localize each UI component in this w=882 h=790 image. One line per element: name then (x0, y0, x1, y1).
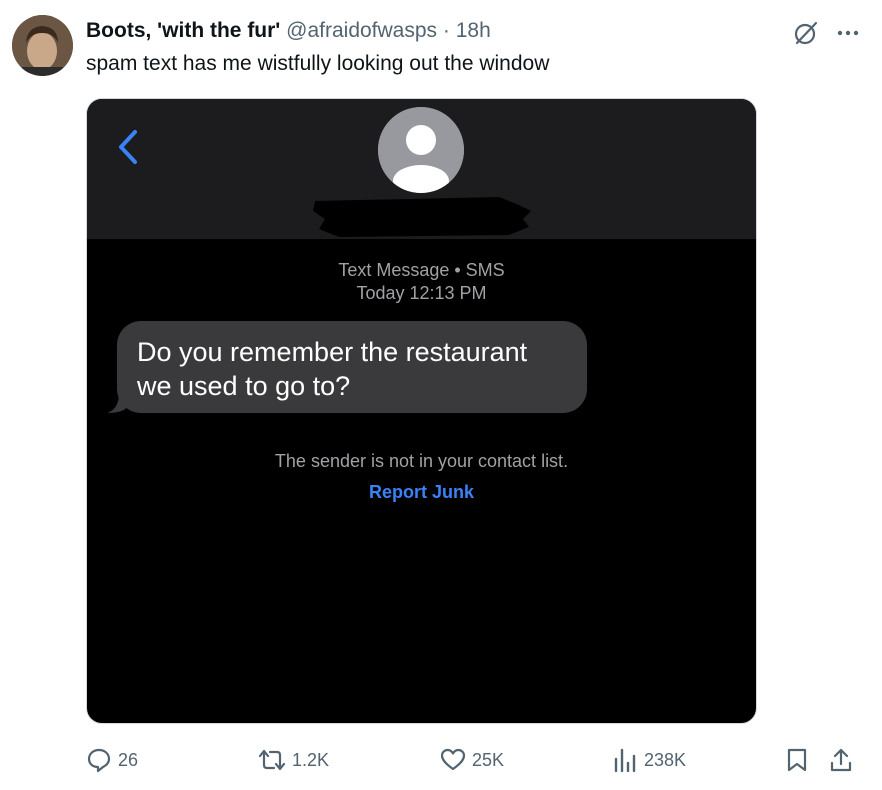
more-options-icon[interactable] (833, 19, 863, 47)
redacted-contact-name (313, 197, 531, 237)
repost-button[interactable]: 1.2K (258, 740, 329, 780)
retweet-icon (258, 749, 286, 771)
views-count: 238K (644, 749, 687, 770)
separator-dot: · (442, 19, 450, 42)
tweet-time[interactable]: 18h (456, 19, 491, 42)
share-button[interactable] (828, 740, 854, 780)
share-icon (830, 748, 852, 772)
author-handle[interactable]: @afraidofwasps (286, 19, 437, 42)
like-icon (440, 748, 466, 771)
author-avatar[interactable] (12, 15, 73, 76)
message-type: Text Message • SMS (338, 260, 505, 280)
views-icon (614, 748, 636, 773)
like-button[interactable]: 25K (440, 740, 504, 780)
repost-count: 1.2K (292, 749, 330, 770)
author-name[interactable]: Boots, 'with the fur' (86, 19, 280, 42)
bookmark-button[interactable] (786, 740, 808, 780)
back-chevron-icon (119, 130, 137, 164)
action-bar: 26 1.2K 25K 238K (0, 740, 882, 780)
message-timestamp: Today 12:13 PM (356, 283, 487, 303)
grok-icon[interactable] (792, 19, 820, 47)
report-junk-link: Report Junk (368, 482, 474, 502)
reply-icon (87, 748, 111, 773)
views-button[interactable]: 238K (612, 740, 686, 780)
message-line-2: we used to go to? (137, 371, 351, 401)
reply-button[interactable]: 26 (86, 740, 138, 780)
tweet-text: spam text has me wistfully looking out t… (86, 52, 550, 75)
tweet-media-image[interactable]: Text Message • SMS Today 12:13 PM Do you… (86, 98, 757, 724)
reply-count: 26 (118, 749, 139, 770)
message-line-1: Do you remember the restaurant (137, 337, 528, 367)
tweet-header: Boots, 'with the fur' @afraidofwasps · 1… (86, 17, 491, 45)
contact-avatar-icon (378, 107, 464, 193)
sender-note: The sender is not in your contact list. (274, 451, 569, 471)
bookmark-icon (787, 748, 807, 772)
message-bubble: Do you remember the restaurant we used t… (117, 321, 587, 413)
like-count: 25K (472, 749, 505, 770)
